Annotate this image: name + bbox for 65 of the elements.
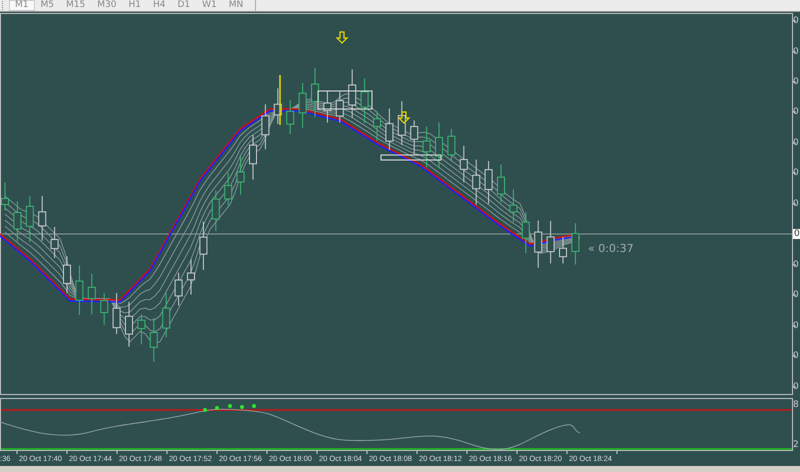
rectangle-object (318, 90, 372, 110)
candlestick (50, 226, 59, 258)
candlestick (509, 188, 518, 223)
candlestick (26, 196, 34, 243)
candlestick (249, 134, 257, 180)
vertical-marker-line (279, 75, 281, 125)
candlestick (522, 212, 530, 254)
down-arrow-icon (398, 111, 410, 124)
current-price-label: 0 (793, 229, 800, 239)
candlestick (472, 159, 480, 206)
timeframe-button[interactable]: MN (222, 0, 250, 11)
candlestick (373, 110, 381, 142)
candlestick (546, 220, 555, 264)
timeframe-button[interactable]: M15 (60, 0, 92, 11)
candlestick (150, 318, 158, 362)
bar-timer-label: « 0:0:37 (588, 242, 634, 255)
candlestick (261, 104, 270, 150)
candlestick (38, 195, 46, 242)
candlestick (274, 88, 282, 124)
timeframe-button[interactable]: M1 (9, 0, 34, 11)
candlestick (112, 292, 121, 334)
candlestick (497, 164, 505, 204)
candlestick (348, 68, 356, 118)
timeframe-button[interactable]: W1 (196, 0, 223, 11)
candlestick (311, 68, 319, 118)
candlestick (571, 222, 580, 266)
signal-dots-drawing (203, 404, 256, 412)
candlestick (323, 90, 332, 124)
candlestick (199, 221, 208, 270)
timeframe-button[interactable]: H4 (146, 0, 172, 11)
candlestick (398, 100, 406, 146)
indicator-scale-label: 2 (793, 440, 799, 450)
candlestick (63, 256, 71, 294)
candlestick (100, 292, 108, 326)
candlestick (422, 126, 431, 168)
candlestick (212, 190, 220, 232)
candlestick (435, 122, 443, 169)
candlestick (236, 156, 245, 196)
candlestick (336, 91, 344, 123)
candlestick (298, 82, 307, 128)
timeframe-button[interactable]: D1 (171, 0, 196, 11)
candlestick (484, 160, 493, 204)
candlestick (137, 314, 146, 345)
candlestick (187, 258, 195, 296)
rectangle-object (380, 154, 442, 160)
candlestick (125, 301, 133, 348)
candlestick (410, 120, 418, 155)
indicator-scale-label: 8 (793, 400, 799, 410)
candlestick (559, 236, 567, 264)
candlestick (13, 200, 22, 242)
down-arrow-icon (336, 31, 348, 44)
candlestick (88, 273, 96, 315)
candlestick (286, 100, 294, 134)
candlestick (224, 172, 232, 206)
candlestick (174, 272, 183, 306)
candlestick (75, 265, 84, 316)
candlestick (460, 145, 468, 183)
candlestick (162, 292, 170, 338)
timeframe-button[interactable]: H1 (122, 0, 147, 11)
candlestick (385, 108, 394, 150)
candlestick (447, 128, 456, 162)
timeframe-button[interactable]: M5 (34, 0, 60, 11)
candlestick (534, 220, 542, 268)
timeframe-button[interactable]: M30 (91, 0, 122, 11)
candlestick (360, 78, 369, 124)
